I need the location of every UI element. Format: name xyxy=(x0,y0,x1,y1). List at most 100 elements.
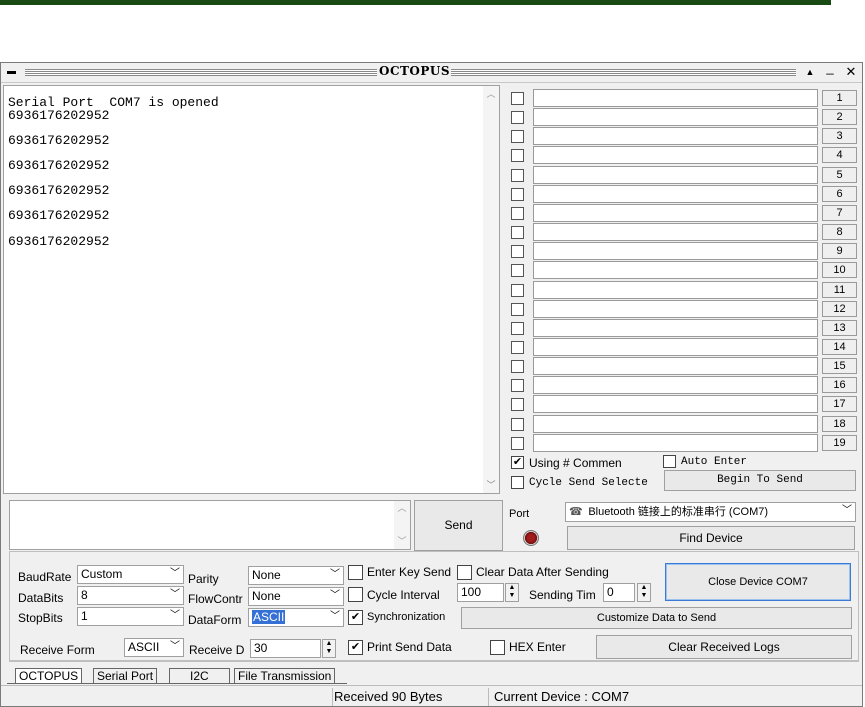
baudrate-select[interactable]: Custom ﹀ xyxy=(77,565,184,584)
send-row-input[interactable] xyxy=(533,223,818,242)
send-row-input[interactable] xyxy=(533,261,818,280)
send-row-button[interactable]: 11 xyxy=(822,281,857,298)
send-row-checkbox[interactable] xyxy=(511,187,524,201)
send-row-input[interactable] xyxy=(533,108,818,127)
send-row-button[interactable]: 10 xyxy=(822,262,857,279)
send-row-checkbox[interactable] xyxy=(511,379,524,393)
cycle-interval-stepper[interactable]: ▲ ▼ xyxy=(505,583,519,602)
send-row-button[interactable]: 7 xyxy=(822,204,857,221)
send-row-input[interactable] xyxy=(533,184,818,203)
port-select[interactable]: ☎ Bluetooth 链接上的标准串行 (COM7) ﹀ xyxy=(565,502,856,522)
send-row-button[interactable]: 4 xyxy=(822,147,857,164)
send-row-button[interactable]: 5 xyxy=(822,166,857,183)
dataform-select[interactable]: ASCII ﹀ xyxy=(248,608,344,627)
sending-time-stepper[interactable]: ▲ ▼ xyxy=(637,583,651,602)
send-row-input[interactable] xyxy=(533,146,818,165)
send-row-checkbox[interactable] xyxy=(511,149,524,163)
send-row-button[interactable]: 17 xyxy=(822,396,857,413)
customize-data-button[interactable]: Customize Data to Send xyxy=(461,607,852,629)
send-row-checkbox[interactable] xyxy=(511,398,524,412)
using-commands-checkbox[interactable]: ✔ xyxy=(511,456,524,469)
send-row-checkbox[interactable] xyxy=(511,168,524,182)
synchronization-checkbox[interactable]: ✔ xyxy=(348,610,363,625)
send-row-button[interactable]: 19 xyxy=(822,434,857,451)
right-scrollbar[interactable]: ﹀ xyxy=(483,478,499,492)
send-row-input[interactable] xyxy=(533,357,818,376)
chevron-down-icon[interactable]: ﹀ xyxy=(330,588,340,604)
rollup-icon[interactable]: ▲ xyxy=(802,64,818,80)
send-row-input[interactable] xyxy=(533,89,818,107)
cycle-send-checkbox[interactable] xyxy=(511,476,524,489)
close-icon[interactable]: ✕ xyxy=(843,64,859,80)
stopbits-select[interactable]: 1 ﹀ xyxy=(77,607,184,626)
close-device-button[interactable]: Close Device COM7 xyxy=(665,563,851,601)
title-bar[interactable]: OCTOPUS ▲ _ ✕ xyxy=(1,60,862,83)
hex-enter-checkbox[interactable] xyxy=(490,640,505,655)
parity-select[interactable]: None ﹀ xyxy=(248,566,344,585)
send-row-button[interactable]: 15 xyxy=(822,358,857,375)
send-row-checkbox[interactable] xyxy=(511,321,524,335)
send-row-checkbox[interactable] xyxy=(511,264,524,278)
send-row-input[interactable] xyxy=(533,299,818,318)
minimize-icon[interactable]: _ xyxy=(822,60,838,76)
tab-file-transmission[interactable]: File Transmission xyxy=(234,668,336,683)
tab-octopus[interactable]: OCTOPUS xyxy=(15,668,83,683)
send-row-button[interactable]: 2 xyxy=(822,109,857,126)
send-button[interactable]: Send xyxy=(414,500,503,551)
send-row-checkbox[interactable] xyxy=(511,130,524,144)
send-input-scrollbar[interactable]: ︿ ﹀ xyxy=(394,501,410,549)
chevron-down-icon[interactable]: ﹀ xyxy=(330,609,340,625)
send-row-input[interactable] xyxy=(533,395,818,414)
cycle-interval-input[interactable]: 100 xyxy=(457,583,504,602)
send-row-checkbox[interactable] xyxy=(511,92,524,105)
send-row-checkbox[interactable] xyxy=(511,436,524,450)
chevron-down-icon[interactable]: ﹀ xyxy=(170,639,180,655)
auto-enter-checkbox[interactable] xyxy=(663,455,676,468)
send-row-input[interactable] xyxy=(533,242,818,261)
send-row-input[interactable] xyxy=(533,337,818,356)
send-row-input[interactable] xyxy=(533,127,818,146)
send-row-button[interactable]: 14 xyxy=(822,338,857,355)
receive-d-stepper[interactable]: ▲ ▼ xyxy=(322,639,336,658)
databits-select[interactable]: 8 ﹀ xyxy=(77,586,184,605)
scroll-up-icon[interactable]: ︿ xyxy=(483,87,499,100)
send-row-button[interactable]: 13 xyxy=(822,319,857,336)
send-input[interactable] xyxy=(9,500,411,550)
send-row-input[interactable] xyxy=(533,280,818,299)
send-row-input[interactable] xyxy=(533,414,818,433)
receive-form-select[interactable]: ASCII ﹀ xyxy=(124,638,184,657)
system-menu-icon[interactable] xyxy=(7,71,16,74)
receive-area[interactable]: Serial Port COM7 is opened 6936176202952 6… xyxy=(3,85,500,494)
send-row-button[interactable]: 6 xyxy=(822,185,857,202)
begin-to-send-button[interactable]: Begin To Send xyxy=(664,470,856,491)
send-row-input[interactable] xyxy=(533,165,818,184)
send-row-checkbox[interactable] xyxy=(511,360,524,374)
chevron-down-icon[interactable]: ﹀ xyxy=(330,567,340,583)
flowcontrol-select[interactable]: None ﹀ xyxy=(248,587,344,606)
send-row-checkbox[interactable] xyxy=(511,302,524,316)
clear-received-logs-button[interactable]: Clear Received Logs xyxy=(596,635,852,659)
send-scroll-up-icon[interactable]: ︿ xyxy=(394,501,410,514)
chevron-down-icon[interactable]: ﹀ xyxy=(170,587,180,603)
sending-time-input[interactable]: 0 xyxy=(603,583,635,602)
send-row-checkbox[interactable] xyxy=(511,226,524,240)
chevron-down-icon[interactable]: ﹀ xyxy=(842,503,852,519)
send-row-checkbox[interactable] xyxy=(511,283,524,297)
send-row-input[interactable] xyxy=(533,203,818,222)
send-row-button[interactable]: 8 xyxy=(822,224,857,241)
send-row-button[interactable]: 12 xyxy=(822,300,857,317)
send-row-checkbox[interactable] xyxy=(511,417,524,431)
receive-d-input[interactable]: 30 xyxy=(250,639,321,658)
right-scroll-down-icon[interactable]: ﹀ xyxy=(483,478,499,491)
send-row-button[interactable]: 3 xyxy=(822,128,857,145)
enter-key-send-checkbox[interactable] xyxy=(348,565,363,580)
find-device-button[interactable]: Find Device xyxy=(567,526,855,550)
send-row-checkbox[interactable] xyxy=(511,206,524,220)
clear-after-send-checkbox[interactable] xyxy=(457,565,472,580)
send-row-checkbox[interactable] xyxy=(511,245,524,259)
send-row-input[interactable] xyxy=(533,376,818,395)
tab-serial-port[interactable]: Serial Port xyxy=(93,668,158,683)
print-send-checkbox[interactable]: ✔ xyxy=(348,640,363,655)
chevron-down-icon[interactable]: ﹀ xyxy=(170,608,180,624)
chevron-down-icon[interactable]: ﹀ xyxy=(170,566,180,582)
